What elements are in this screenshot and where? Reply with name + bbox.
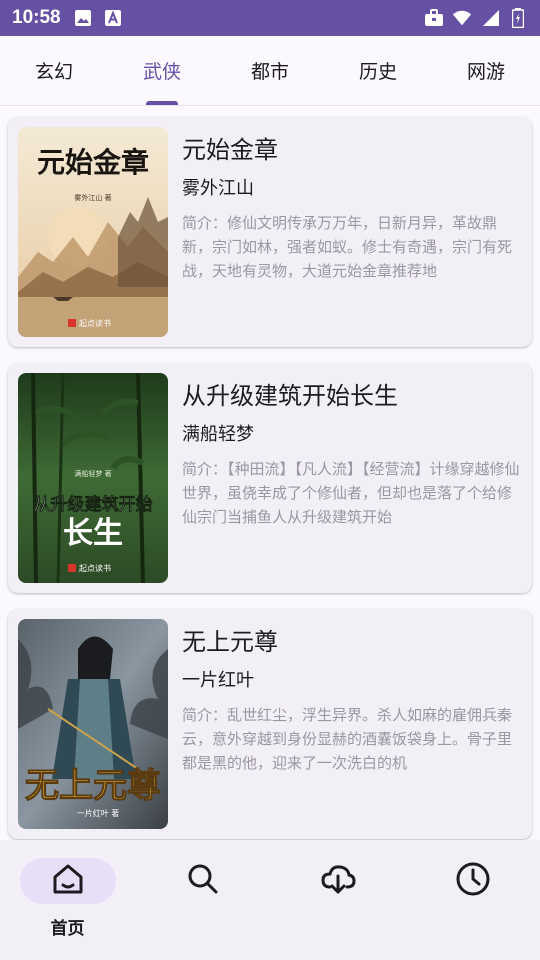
tab-lishi[interactable]: 历史 <box>324 36 432 105</box>
clock-icon <box>455 861 491 901</box>
book-cover: 元始金章 雾外江山 著 起点读书 <box>18 127 168 337</box>
briefcase-icon <box>424 8 444 28</box>
tab-label: 网游 <box>466 61 505 83</box>
nav-label: 首页 <box>50 919 85 939</box>
nav-home[interactable]: 首页 <box>0 840 135 960</box>
book-card[interactable]: 元始金章 雾外江山 著 起点读书 元始金章 雾外江山 简介：修仙文明传承万万年，… <box>8 117 532 347</box>
book-cover: 无上元尊 一片红叶 著 <box>18 619 168 829</box>
cover-title: 元始金章 <box>37 146 149 179</box>
tab-dushi[interactable]: 都市 <box>216 36 324 105</box>
cover-title-line1: 从升级建筑开始 <box>34 494 153 515</box>
tab-xuanhuan[interactable]: 玄幻 <box>0 36 108 105</box>
cover-author: 满船轻梦 著 <box>74 469 111 478</box>
book-info: 无上元尊 一片红叶 简介：乱世红尘，浮生异界。杀人如麻的雇佣兵秦云，意外穿越到身… <box>182 619 522 829</box>
book-description: 简介：乱世红尘，浮生异界。杀人如麻的雇佣兵秦云，意外穿越到身份显赫的酒囊饭袋身上… <box>182 706 513 772</box>
cover-author: 雾外江山 著 <box>74 193 111 202</box>
battery-icon <box>508 8 528 28</box>
book-author: 一片红叶 <box>182 670 254 691</box>
nav-search[interactable] <box>135 840 270 960</box>
cloud-download-icon <box>320 861 356 901</box>
book-info: 从升级建筑开始长生 满船轻梦 简介：【种田流】【凡人流】【经营流】计缘穿越修仙世… <box>182 373 522 583</box>
image-icon <box>73 8 93 28</box>
book-title: 元始金章 <box>182 136 278 164</box>
book-card[interactable]: 满船轻梦 著 从升级建筑开始 长生 起点读书 从升级建筑开始长生 满船轻梦 简介… <box>8 363 532 593</box>
book-cover: 满船轻梦 著 从升级建筑开始 长生 起点读书 <box>18 373 168 583</box>
cover-publisher: 起点读书 <box>79 318 111 328</box>
tab-wangyou[interactable]: 网游 <box>432 36 540 105</box>
cover-publisher: 起点读书 <box>79 563 111 573</box>
font-icon <box>103 8 123 28</box>
signal-icon <box>480 8 500 28</box>
nav-history[interactable] <box>405 840 540 960</box>
book-author: 满船轻梦 <box>182 424 254 445</box>
tab-label: 玄幻 <box>34 61 73 83</box>
home-icon <box>50 861 86 901</box>
cover-title-line2: 长生 <box>63 516 123 551</box>
tab-label: 都市 <box>250 61 289 83</box>
cover-author: 一片红叶 著 <box>77 808 120 818</box>
book-list: 元始金章 雾外江山 著 起点读书 元始金章 雾外江山 简介：修仙文明传承万万年，… <box>0 107 540 840</box>
book-description: 简介：【种田流】【凡人流】【经营流】计缘穿越修仙世界，虽侥幸成了个修仙者，但却也… <box>182 460 520 526</box>
category-tabs: 玄幻 武侠 都市 历史 网游 <box>0 36 540 106</box>
tab-wuxia[interactable]: 武侠 <box>108 36 216 105</box>
tab-label: 历史 <box>358 61 397 83</box>
status-bar: 10:58 <box>0 0 540 36</box>
wifi-icon <box>452 8 472 28</box>
book-title: 无上元尊 <box>182 628 278 656</box>
nav-download[interactable] <box>270 840 405 960</box>
book-title: 从升级建筑开始长生 <box>182 382 398 410</box>
book-card[interactable]: 无上元尊 一片红叶 著 无上元尊 一片红叶 简介：乱世红尘，浮生异界。杀人如麻的… <box>8 609 532 839</box>
bottom-navigation: 首页 <box>0 840 540 960</box>
nav-indicator <box>19 858 116 904</box>
search-icon <box>185 861 221 901</box>
status-time: 10:58 <box>12 7 61 28</box>
tab-label: 武侠 <box>142 61 181 83</box>
book-info: 元始金章 雾外江山 简介：修仙文明传承万万年，日新月异，革故鼎新，宗门如林，强者… <box>182 127 522 337</box>
cover-title: 无上元尊 <box>25 766 161 806</box>
book-author: 雾外江山 <box>182 178 254 199</box>
book-description: 简介：修仙文明传承万万年，日新月异，革故鼎新，宗门如林，强者如蚁。修士有奇遇，宗… <box>182 214 513 280</box>
